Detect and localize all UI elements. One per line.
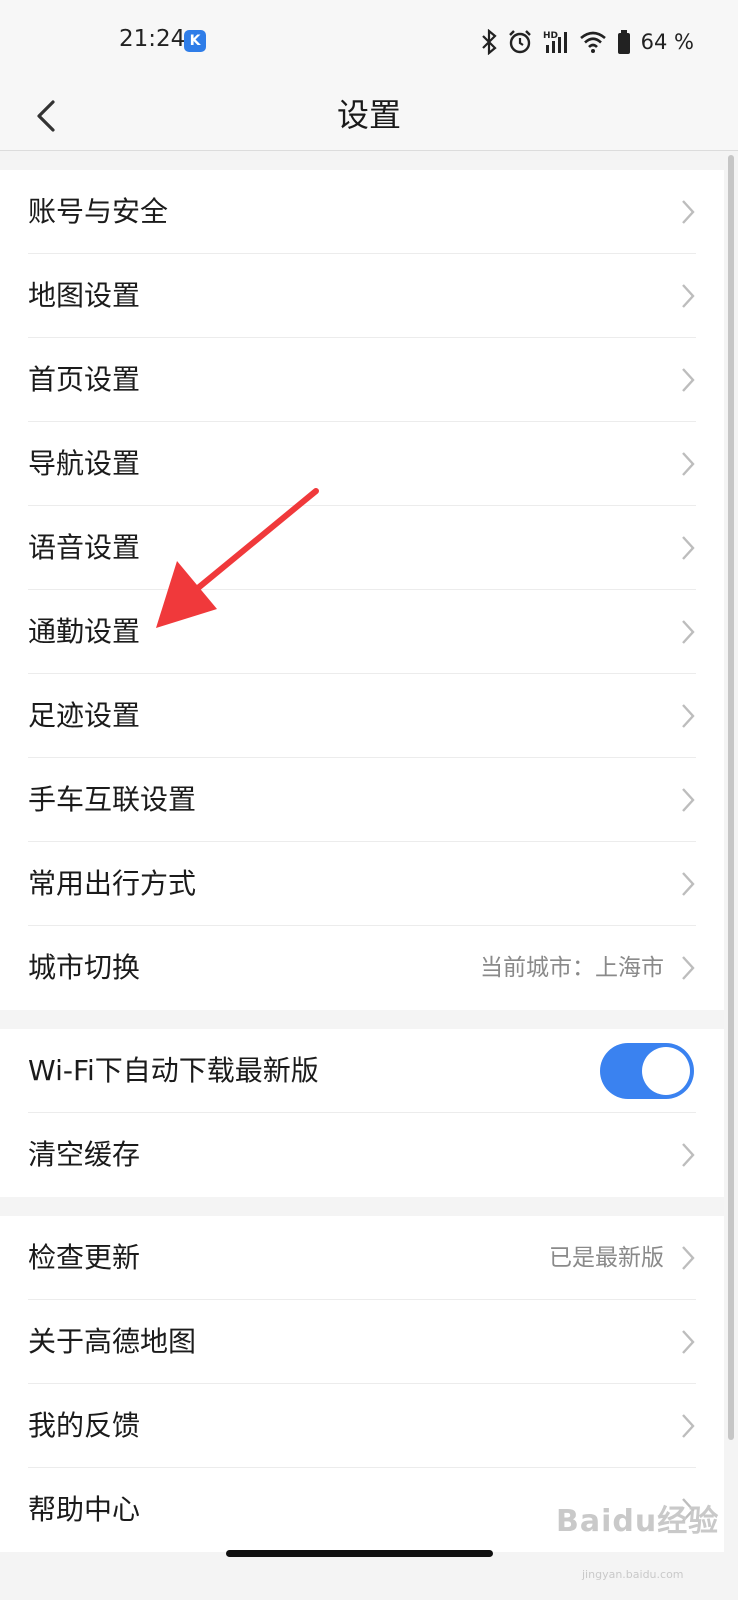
battery-icon: [617, 30, 630, 54]
home-indicator[interactable]: [226, 1550, 493, 1557]
setting-label: 城市切换: [28, 951, 141, 984]
setting-wifi-auto-download: Wi-Fi下自动下载最新版: [0, 1029, 724, 1113]
setting-account-security[interactable]: 账号与安全: [0, 170, 724, 254]
top-navigation-bar: 设置: [0, 82, 738, 151]
baidu-watermark-url: jingyan.baidu.com: [582, 1568, 684, 1581]
settings-group-download: Wi-Fi下自动下载最新版 清空缓存: [0, 1029, 724, 1197]
setting-travel-mode[interactable]: 常用出行方式: [0, 842, 724, 926]
chevron-right-icon: [682, 1330, 695, 1354]
setting-label: 手车互联设置: [28, 783, 197, 816]
chevron-right-icon: [682, 872, 695, 896]
setting-label: 通勤设置: [28, 615, 141, 648]
status-bar: 21:24 K HD 64 %: [0, 0, 738, 82]
setting-footprint[interactable]: 足迹设置: [0, 674, 724, 758]
chevron-right-icon: [682, 200, 695, 224]
setting-label: 语音设置: [28, 531, 141, 564]
hd-signal-icon: HD: [543, 31, 567, 53]
setting-navigation[interactable]: 导航设置: [0, 422, 724, 506]
settings-group-main: 账号与安全 地图设置 首页设置 导航设置 语音设置 通勤设置 足迹设置 手车互联…: [0, 170, 724, 1010]
setting-map[interactable]: 地图设置: [0, 254, 724, 338]
svg-text:HD: HD: [543, 31, 558, 41]
setting-label: 常用出行方式: [28, 867, 197, 900]
chevron-right-icon: [682, 620, 695, 644]
section-gap: [0, 151, 724, 170]
chevron-right-icon: [682, 536, 695, 560]
wifi-auto-download-toggle[interactable]: [600, 1043, 694, 1099]
setting-label: 账号与安全: [28, 195, 169, 228]
wifi-icon: [579, 31, 606, 53]
section-gap: [0, 1010, 724, 1029]
alarm-icon: [508, 30, 531, 54]
chevron-right-icon: [682, 788, 695, 812]
chevron-right-icon: [682, 1246, 695, 1270]
scrollbar[interactable]: [728, 155, 734, 1440]
chevron-right-icon: [682, 956, 695, 980]
baidu-watermark: Baidu经验: [556, 1504, 720, 1539]
setting-label: 检查更新: [28, 1241, 141, 1274]
page-title: 设置: [336, 96, 401, 134]
chevron-right-icon: [682, 284, 695, 308]
section-gap: [0, 1197, 724, 1216]
setting-home[interactable]: 首页设置: [0, 338, 724, 422]
settings-list: 账号与安全 地图设置 首页设置 导航设置 语音设置 通勤设置 足迹设置 手车互联…: [0, 151, 724, 1552]
setting-label: 我的反馈: [28, 1409, 141, 1442]
setting-label: 首页设置: [28, 363, 141, 396]
setting-label: 地图设置: [28, 279, 141, 312]
setting-check-update[interactable]: 检查更新 已是最新版: [0, 1216, 724, 1300]
notification-app-icon: K: [184, 30, 206, 52]
chevron-right-icon: [682, 704, 695, 728]
setting-label: 导航设置: [28, 447, 141, 480]
setting-label: Wi-Fi下自动下载最新版: [28, 1054, 319, 1087]
setting-label: 足迹设置: [28, 699, 141, 732]
toggle-knob: [642, 1047, 690, 1095]
setting-label: 关于高德地图: [28, 1325, 197, 1358]
setting-feedback[interactable]: 我的反馈: [0, 1384, 724, 1468]
status-icons: HD 64 %: [481, 26, 694, 58]
battery-percentage: 64 %: [640, 30, 694, 54]
current-city-value: 当前城市：上海市: [480, 955, 664, 981]
chevron-right-icon: [682, 1414, 695, 1438]
chevron-right-icon: [682, 452, 695, 476]
setting-label: 清空缓存: [28, 1138, 141, 1171]
setting-clear-cache[interactable]: 清空缓存: [0, 1113, 724, 1197]
bluetooth-icon: [481, 29, 497, 55]
chevron-right-icon: [682, 368, 695, 392]
status-time: 21:24: [119, 26, 186, 52]
chevron-right-icon: [682, 1143, 695, 1167]
setting-about[interactable]: 关于高德地图: [0, 1300, 724, 1384]
update-status-value: 已是最新版: [549, 1245, 664, 1271]
setting-label: 帮助中心: [28, 1493, 141, 1526]
setting-phone-car-link[interactable]: 手车互联设置: [0, 758, 724, 842]
setting-commute[interactable]: 通勤设置: [0, 590, 724, 674]
setting-voice[interactable]: 语音设置: [0, 506, 724, 590]
setting-city-switch[interactable]: 城市切换 当前城市：上海市: [0, 926, 724, 1010]
